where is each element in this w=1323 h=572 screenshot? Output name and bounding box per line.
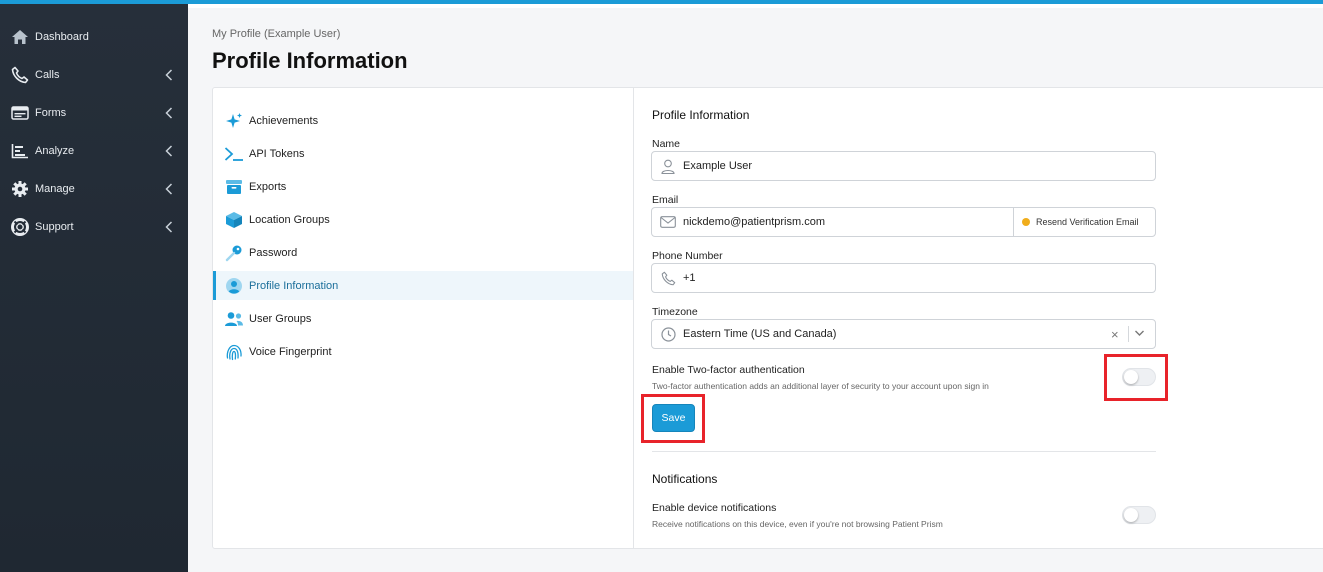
name-label: Name [652, 138, 681, 150]
sidebar-item-forms[interactable]: Forms [0, 94, 188, 132]
phone-field[interactable]: +1 [651, 263, 1156, 293]
key-icon [224, 243, 244, 263]
sidebar-item-label: Support [35, 221, 74, 233]
envelope-icon [660, 214, 676, 230]
user-circle-icon [224, 276, 244, 296]
form-icon [10, 103, 30, 123]
panel-divider [633, 88, 634, 548]
chevron-left-icon [163, 220, 175, 234]
email-value: nickdemo@patientprism.com [683, 216, 825, 228]
phone-icon [660, 270, 676, 286]
sidebar: Dashboard Calls Forms Analyze Manage Sup… [0, 0, 188, 572]
chevron-left-icon [163, 68, 175, 82]
highlight-box-toggle [1104, 354, 1168, 401]
menu-item-exports[interactable]: Exports [213, 172, 633, 201]
menu-item-api-tokens[interactable]: API Tokens [213, 139, 633, 168]
menu-item-profile-information[interactable]: Profile Information [213, 271, 633, 300]
profile-section-title: Profile Information [652, 108, 750, 122]
status-dot [1022, 218, 1030, 226]
page-title: Profile Information [212, 48, 408, 73]
menu-item-label: Location Groups [249, 213, 330, 226]
menu-item-user-groups[interactable]: User Groups [213, 304, 633, 333]
users-icon [224, 309, 244, 329]
lifebuoy-icon [10, 217, 30, 237]
twofa-label: Enable Two-factor authentication [652, 364, 805, 376]
sidebar-item-calls[interactable]: Calls [0, 56, 188, 94]
clock-icon [660, 326, 676, 342]
sidebar-item-manage[interactable]: Manage [0, 170, 188, 208]
menu-item-label: User Groups [249, 312, 312, 325]
home-icon [10, 27, 30, 47]
sidebar-item-label: Dashboard [35, 31, 89, 43]
timezone-select[interactable]: Eastern Time (US and Canada) × [651, 319, 1156, 349]
chevron-left-icon [163, 182, 175, 196]
section-divider [652, 451, 1156, 452]
sidebar-item-label: Forms [35, 107, 67, 119]
breadcrumb: My Profile (Example User) [212, 28, 341, 40]
phone-value: +1 [683, 272, 696, 284]
chart-icon [10, 141, 30, 161]
device-notifications-toggle[interactable] [1122, 506, 1156, 524]
notifications-section-title: Notifications [652, 472, 718, 486]
menu-item-label: API Tokens [249, 147, 305, 160]
menu-item-location-groups[interactable]: Location Groups [213, 205, 633, 234]
menu-item-voice-fingerprint[interactable]: Voice Fingerprint [213, 337, 633, 366]
sidebar-item-label: Manage [35, 183, 75, 195]
device-notifications-label: Enable device notifications [652, 502, 777, 514]
phone-icon [10, 65, 30, 85]
resend-verification-label: Resend Verification Email [1036, 217, 1139, 227]
resend-verification-button[interactable]: Resend Verification Email [1013, 208, 1155, 236]
email-field[interactable]: nickdemo@patientprism.com Resend Verific… [651, 207, 1156, 237]
name-field[interactable]: Example User [651, 151, 1156, 181]
phone-label: Phone Number [652, 250, 723, 262]
menu-item-label: Profile Information [249, 279, 339, 292]
clear-icon[interactable]: × [1111, 327, 1119, 342]
timezone-label: Timezone [652, 306, 698, 318]
sidebar-item-analyze[interactable]: Analyze [0, 132, 188, 170]
select-separator [1128, 326, 1129, 342]
chevron-left-icon [163, 144, 175, 158]
top-accent-bar [188, 0, 1323, 8]
gear-icon [10, 179, 30, 199]
menu-item-password[interactable]: Password [213, 238, 633, 267]
menu-item-label: Achievements [249, 114, 319, 127]
menu-item-label: Password [249, 246, 298, 259]
user-icon [660, 158, 676, 174]
name-value: Example User [683, 160, 753, 172]
menu-item-label: Exports [249, 180, 287, 193]
twofa-description: Two-factor authentication adds an additi… [652, 381, 989, 391]
email-label: Email [652, 194, 679, 206]
toggle-knob [1124, 508, 1138, 522]
terminal-icon [224, 144, 244, 164]
chevron-down-icon[interactable] [1134, 328, 1145, 340]
menu-item-achievements[interactable]: Achievements [213, 106, 633, 135]
archive-icon [224, 177, 244, 197]
cube-icon [224, 210, 244, 230]
menu-item-label: Voice Fingerprint [249, 345, 332, 358]
fingerprint-icon [224, 342, 244, 362]
timezone-value: Eastern Time (US and Canada) [683, 328, 837, 340]
sidebar-item-support[interactable]: Support [0, 208, 188, 246]
sparkle-icon [224, 111, 244, 131]
sidebar-item-label: Calls [35, 69, 60, 81]
chevron-left-icon [163, 106, 175, 120]
sidebar-item-dashboard[interactable]: Dashboard [0, 18, 188, 56]
highlight-box-save [641, 394, 705, 443]
device-notifications-description: Receive notifications on this device, ev… [652, 519, 943, 529]
sidebar-item-label: Analyze [35, 145, 75, 157]
